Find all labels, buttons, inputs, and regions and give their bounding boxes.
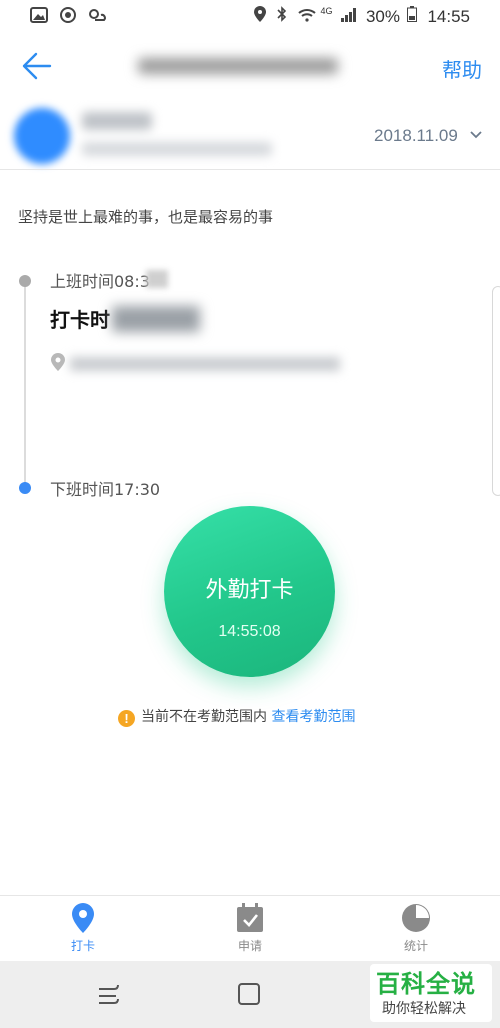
bluetooth-icon <box>277 6 287 27</box>
notice-text: 当前不在考勤范围内 <box>141 709 267 725</box>
pie-chart-icon <box>402 904 430 932</box>
wifi-icon <box>298 7 316 27</box>
punch-record-redacted <box>112 306 200 332</box>
location-pin-icon <box>72 903 94 933</box>
avatar <box>14 108 70 164</box>
motto-text: 坚持是世上最难的事，也是最容易的事 <box>18 208 274 226</box>
tab-apply[interactable]: 申请 <box>200 902 300 954</box>
weather-icon <box>87 6 107 29</box>
battery-percent: 30% <box>365 6 400 26</box>
view-range-link[interactable]: 查看考勤范围 <box>271 709 355 725</box>
tab-stats[interactable]: 统计 <box>366 902 466 954</box>
signal-icon <box>341 7 357 27</box>
start-time-redacted <box>146 270 168 288</box>
image-icon <box>30 7 48 28</box>
arrow-left-icon <box>22 52 52 80</box>
location-address-redacted <box>70 357 340 371</box>
bottom-tab-bar: 打卡 申请 统计 <box>0 895 500 961</box>
status-bar: 4G 30% 14:55 <box>0 0 500 34</box>
page-title-redacted <box>138 54 358 76</box>
range-notice: ! 当前不在考勤范围内 查看考勤范围 <box>118 706 355 727</box>
calendar-check-icon <box>237 903 263 932</box>
date-selector[interactable]: 2018.11.09 <box>374 126 483 146</box>
timeline-dot-start <box>19 275 31 287</box>
tab-label: 申请 <box>237 939 262 953</box>
timeline-line <box>24 281 26 486</box>
tab-punch[interactable]: 打卡 <box>33 902 133 954</box>
date-value: 2018.11.09 <box>374 126 458 145</box>
battery-icon <box>406 6 417 27</box>
tab-label: 统计 <box>403 939 428 953</box>
department-redacted <box>82 142 272 156</box>
home-icon <box>238 983 260 1005</box>
divider <box>0 169 500 170</box>
status-right-icons: 4G 30% 14:55 <box>254 6 470 27</box>
location-icon <box>254 6 267 27</box>
status-time: 14:55 <box>427 6 470 26</box>
chevron-down-icon <box>469 131 482 139</box>
timeline-dot-end <box>19 482 31 494</box>
home-button[interactable] <box>236 981 262 1011</box>
watermark-title: 百科全说 <box>376 970 476 998</box>
start-time-label: 上班时间08:3 <box>50 272 150 291</box>
help-button[interactable]: 帮助 <box>442 54 482 83</box>
recent-apps-icon <box>99 984 119 1004</box>
recent-apps-button[interactable] <box>96 981 122 1011</box>
back-button[interactable] <box>20 50 52 82</box>
tab-label: 打卡 <box>70 939 95 953</box>
network-type: 4G <box>320 6 333 16</box>
side-handle[interactable] <box>492 286 500 496</box>
current-time: 14:55:08 <box>218 623 281 640</box>
user-name-redacted <box>82 112 152 130</box>
status-left-icons <box>30 6 107 29</box>
punch-record-label: 打卡时 <box>50 308 110 332</box>
sync-icon <box>59 6 77 29</box>
field-punch-label: 外勤打卡 <box>205 578 294 603</box>
end-time-label: 下班时间17:30 <box>50 480 161 499</box>
watermark-subtitle: 助你轻松解决 <box>382 1001 466 1017</box>
location-pin-icon <box>51 353 65 371</box>
warning-icon: ! <box>118 710 135 727</box>
